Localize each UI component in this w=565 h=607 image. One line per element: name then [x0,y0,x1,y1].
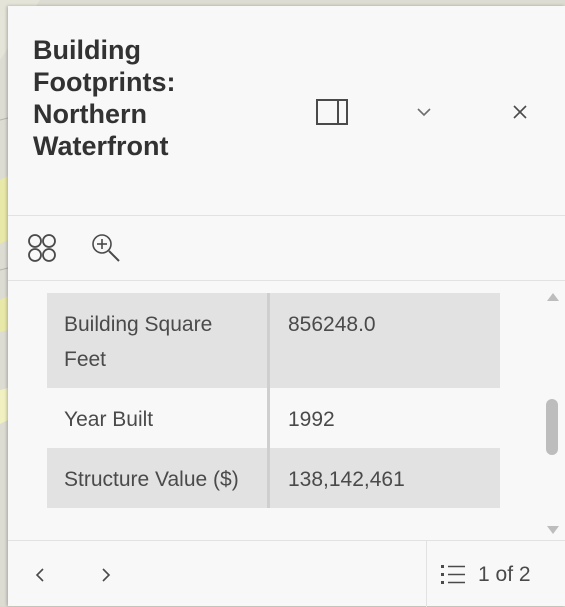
dock-button[interactable] [310,92,354,132]
popup-title: Building Footprints: Northern Waterfront [33,35,176,161]
scroll-up-arrow-icon[interactable] [547,293,559,301]
table-row: Building Square Feet 856248.0 [47,293,500,388]
pagination-label: 1 of 2 [478,563,531,586]
zoom-to-button[interactable] [86,228,126,268]
list-icon [441,565,465,584]
select-features-button[interactable] [22,228,62,268]
attribute-label: Year Built [47,388,270,448]
attribute-value: 1992 [288,408,335,431]
attribute-table: Building Square Feet 856248.0 Year Built… [47,293,500,508]
close-icon [513,105,527,119]
scroll-down-arrow-icon[interactable] [547,526,559,534]
feature-list-button[interactable]: 1 of 2 [438,555,531,595]
zoom-in-icon [92,234,120,262]
popup-toolbar [8,216,565,281]
collapse-button[interactable] [402,92,446,132]
table-row: Structure Value ($) 138,142,461 [47,448,500,508]
scrollbar-thumb[interactable] [546,399,558,455]
chevron-left-icon [35,568,44,582]
next-feature-button[interactable] [86,555,126,595]
popup-footer: 1 of 2 [8,540,565,607]
table-row: Year Built 1992 [47,388,500,448]
previous-feature-button[interactable] [20,555,60,595]
chevron-right-icon [102,568,111,582]
close-button[interactable] [498,92,542,132]
select-features-icon [28,234,56,262]
popup-content[interactable]: Building Square Feet 856248.0 Year Built… [8,281,565,540]
attribute-label: Structure Value ($) [47,448,270,508]
popup-header: Building Footprints: Northern Waterfront [8,6,565,216]
footer-divider [426,541,427,607]
attribute-label: Building Square Feet [47,293,270,388]
attribute-value: 856248.0 [288,313,376,336]
attribute-value: 138,142,461 [288,468,405,491]
scrollbar[interactable] [541,281,565,540]
chevron-down-icon [417,108,431,117]
dock-side-icon [316,99,348,125]
feature-popup-panel: Building Footprints: Northern Waterfront [8,6,565,607]
